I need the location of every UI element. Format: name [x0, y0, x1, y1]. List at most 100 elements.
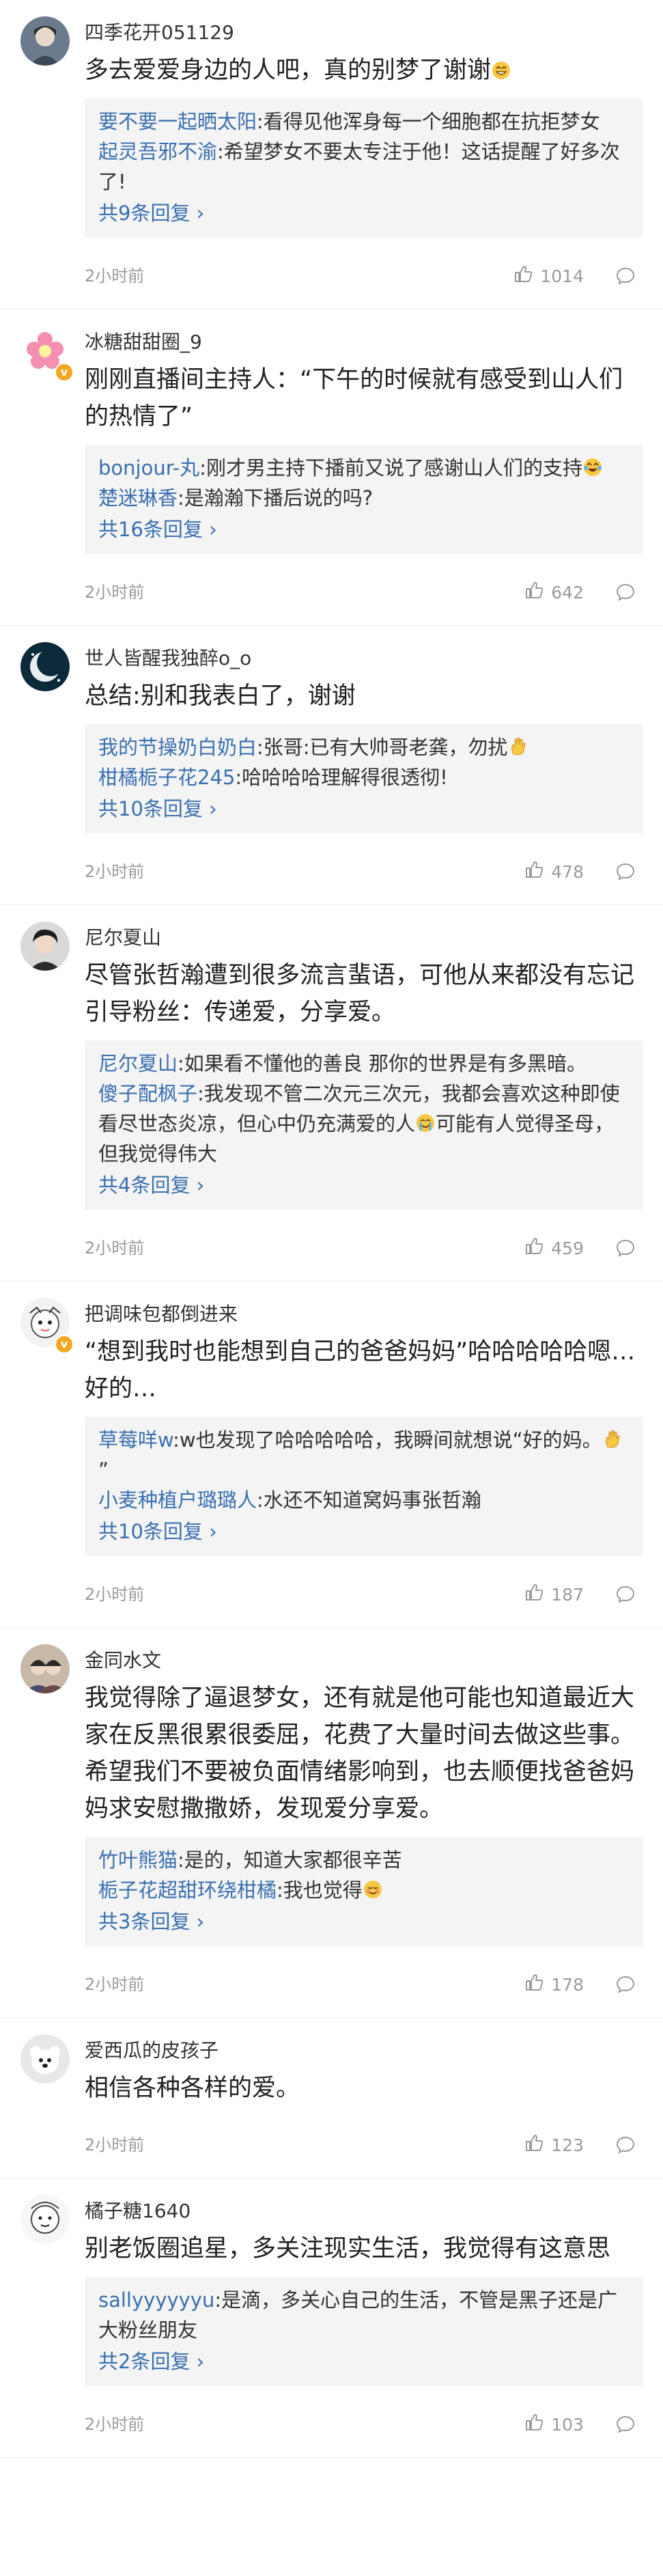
comment-footer: 2小时前 459 [85, 1229, 643, 1267]
wave-hand-emoji-icon [602, 1429, 623, 1450]
thumbs-up-icon [524, 2133, 544, 2157]
thumbs-up-icon [524, 1236, 544, 1260]
reply-username[interactable]: 栀子花超甜环绕柑橘 [98, 1879, 277, 1902]
reply-item[interactable]: 竹叶熊猫:是的，知道大家都很辛苦 [98, 1845, 629, 1875]
like-button[interactable]: 642 [524, 573, 584, 611]
avatar[interactable] [20, 2195, 70, 2244]
like-count: 459 [551, 1238, 584, 1258]
avatar[interactable] [20, 642, 70, 691]
comment-text: 我觉得除了逼退梦女，还有就是他可能也知道最近大家在反黑很累很委屈，花费了大量时间… [85, 1685, 635, 1823]
wave-hand-emoji-icon [508, 736, 528, 757]
comment-feed: 四季花开051129 多去爱爱身边的人吧，真的别梦了谢谢 要不要一起晒太阳:看得… [0, 0, 663, 2458]
like-button[interactable]: 187 [524, 1575, 584, 1614]
username[interactable]: 尼尔夏山 [85, 924, 643, 952]
username[interactable]: 爱西瓜的皮孩子 [85, 2037, 643, 2064]
view-replies-link[interactable]: 共9条回复 › [98, 197, 629, 230]
comment-item: 橘子糖1640 别老饭圈追星，多关注现实生活，我觉得有这意思 sallyyyyy… [0, 2178, 663, 2458]
reply-username[interactable]: 尼尔夏山 [98, 1052, 178, 1075]
like-button[interactable]: 178 [524, 1965, 584, 2004]
view-replies-link[interactable]: 共10条回复 › [98, 1515, 629, 1548]
comment-item: 世人皆醒我独醉o_o 总结:别和我表白了，谢谢 我的节操奶白奶白:张哥:已有大帅… [0, 626, 663, 905]
view-replies-link[interactable]: 共4条回复 › [98, 1169, 629, 1202]
avatar[interactable] [20, 1644, 70, 1693]
view-replies-link[interactable]: 共3条回复 › [98, 1905, 629, 1938]
reply-box[interactable]: 草莓咩w:w也发现了哈哈哈哈哈，我瞬间就想说“好的妈。” 小麦种植户璐璐人:水还… [85, 1417, 643, 1556]
reply-button[interactable] [615, 266, 636, 286]
grin-emoji-icon [491, 60, 511, 81]
reply-button[interactable] [615, 2414, 636, 2435]
reply-button[interactable] [615, 1238, 636, 1258]
comment-bubble-icon [615, 1976, 636, 1997]
like-button[interactable]: 123 [524, 2126, 584, 2164]
like-button[interactable]: 459 [524, 1229, 584, 1267]
timestamp: 2小时前 [85, 1238, 145, 1258]
like-count: 478 [551, 861, 584, 882]
reply-button[interactable] [615, 2135, 636, 2155]
comment-footer: 2小时前 1014 [85, 257, 643, 295]
reply-username[interactable]: bonjour-丸 [98, 456, 199, 480]
reply-button[interactable] [615, 1584, 636, 1605]
username[interactable]: 世人皆醒我独醉o_o [85, 645, 643, 672]
view-replies-link[interactable]: 共2条回复 › [98, 2345, 629, 2378]
username[interactable]: 把调味包都倒进来 [85, 1301, 643, 1328]
comment-text: “想到我时也能想到自己的爸爸妈妈”哈哈哈哈哈嗯…好的… [85, 1338, 636, 1402]
reply-item[interactable]: 楚迷琳香:是瀚瀚下播后说的吗? [98, 483, 629, 513]
username[interactable]: 金同水文 [85, 1647, 643, 1674]
reply-item[interactable]: 柑橘栀子花245:哈哈哈哈理解得很透彻! [98, 762, 629, 792]
verified-badge-icon: v [55, 363, 74, 382]
chevron-right-icon: › [196, 1174, 205, 1197]
reply-item[interactable]: 栀子花超甜环绕柑橘:我也觉得 [98, 1875, 629, 1905]
reply-username[interactable]: 柑橘栀子花245 [98, 766, 235, 789]
avatar[interactable] [20, 2034, 70, 2083]
thumbs-up-icon [524, 1582, 544, 1607]
reply-username[interactable]: 傻子配枫子 [98, 1082, 197, 1105]
reply-item[interactable]: 傻子配枫子:我发现不管二次元三次元，我都会喜欢这种即使看尽世态炎凉，但心中仍充满… [98, 1079, 629, 1169]
username[interactable]: 冰糖甜甜圈_9 [85, 329, 643, 356]
reply-username[interactable]: sallyyyyyyu [98, 2288, 214, 2312]
reply-item[interactable]: 小麦种植户璐璐人:水还不知道窝妈事张哲瀚 [98, 1485, 629, 1515]
avatar[interactable] [20, 922, 70, 971]
reply-button[interactable] [615, 582, 636, 603]
reply-box[interactable]: 竹叶熊猫:是的，知道大家都很辛苦 栀子花超甜环绕柑橘:我也觉得 共3条回复 › [85, 1837, 643, 1946]
comment-footer: 2小时前 187 [85, 1575, 643, 1614]
reply-username[interactable]: 我的节操奶白奶白 [98, 736, 257, 759]
reply-box[interactable]: 尼尔夏山:如果看不懂他的善良 那你的世界是有多黑暗。 傻子配枫子:我发现不管二次… [85, 1040, 643, 1210]
reply-item[interactable]: 草莓咩w:w也发现了哈哈哈哈哈，我瞬间就想说“好的妈。” [98, 1425, 629, 1485]
like-count: 103 [551, 2414, 584, 2435]
reply-box[interactable]: 要不要一起晒太阳:看得见他浑身每一个细胞都在抗拒梦女 起灵吾邪不渝:希望梦女不要… [85, 98, 643, 238]
comment-footer: 2小时前 123 [85, 2126, 643, 2164]
reply-button[interactable] [615, 861, 636, 882]
reply-button[interactable] [615, 1974, 636, 1995]
reply-username[interactable]: 要不要一起晒太阳 [98, 110, 257, 133]
reply-box[interactable]: 我的节操奶白奶白:张哥:已有大帅哥老龚，勿扰 柑橘栀子花245:哈哈哈哈理解得很… [85, 724, 643, 833]
avatar[interactable] [20, 16, 70, 66]
reply-box[interactable]: bonjour-丸:刚才男主持下播前又说了感谢山人们的支持 楚迷琳香:是瀚瀚下播… [85, 445, 643, 554]
chevron-right-icon: › [196, 2350, 205, 2373]
reply-box[interactable]: sallyyyyyyu:是滴，多关心自己的生活，不管是黑子还是广大粉丝朋友 共2… [85, 2277, 643, 2386]
comment-footer: 2小时前 178 [85, 1965, 643, 2004]
comment-bubble-icon [615, 1239, 636, 1261]
reply-username[interactable]: 楚迷琳香 [98, 486, 178, 510]
reply-item[interactable]: bonjour-丸:刚才男主持下播前又说了感谢山人们的支持 [98, 453, 629, 483]
reply-item[interactable]: 尼尔夏山:如果看不懂他的善良 那你的世界是有多黑暗。 [98, 1049, 629, 1079]
chevron-right-icon: › [196, 1910, 205, 1933]
comment-item: 四季花开051129 多去爱爱身边的人吧，真的别梦了谢谢 要不要一起晒太阳:看得… [0, 0, 663, 309]
like-button[interactable]: 103 [524, 2405, 584, 2443]
reply-item[interactable]: 要不要一起晒太阳:看得见他浑身每一个细胞都在抗拒梦女 [98, 107, 629, 137]
view-replies-link[interactable]: 共16条回复 › [98, 513, 629, 546]
reply-username[interactable]: 竹叶熊猫 [98, 1848, 178, 1872]
view-replies-link[interactable]: 共10条回复 › [98, 792, 629, 825]
timestamp: 2小时前 [85, 2135, 145, 2155]
reply-item[interactable]: sallyyyyyyu:是滴，多关心自己的生活，不管是黑子还是广大粉丝朋友 [98, 2285, 629, 2345]
reply-item[interactable]: 我的节操奶白奶白:张哥:已有大帅哥老龚，勿扰 [98, 732, 629, 762]
reply-username[interactable]: 小麦种植户璐璐人 [98, 1488, 257, 1512]
reply-username[interactable]: 草莓咩w [98, 1428, 173, 1452]
comment-bubble-icon [615, 267, 636, 289]
chevron-right-icon: › [209, 797, 217, 820]
username[interactable]: 四季花开051129 [85, 19, 643, 46]
reply-item[interactable]: 起灵吾邪不渝:希望梦女不要太专注于他！这话提醒了好多次了! [98, 137, 629, 197]
like-button[interactable]: 478 [524, 853, 584, 891]
username[interactable]: 橘子糖1640 [85, 2198, 643, 2225]
reply-username[interactable]: 起灵吾邪不渝 [98, 140, 217, 163]
like-button[interactable]: 1014 [513, 257, 584, 295]
